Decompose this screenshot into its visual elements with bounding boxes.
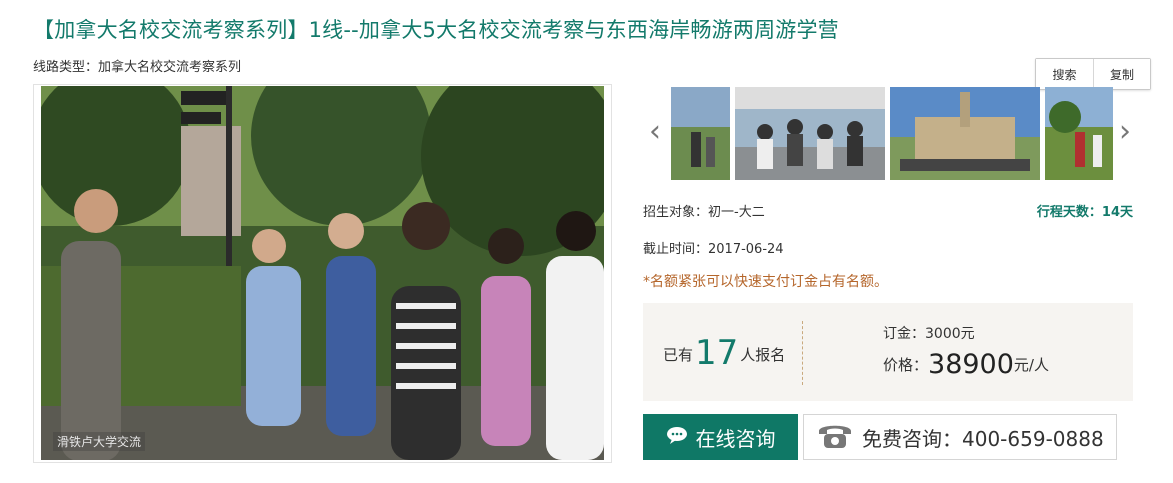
thumbnail-carousel: ‹ › — [640, 87, 1138, 180]
enrolled-info: 已有17 人报名 — [663, 333, 785, 373]
chat-icon — [666, 425, 688, 449]
chevron-left-icon[interactable]: ‹ — [644, 117, 666, 147]
enrolled-prefix: 已有 — [663, 346, 694, 364]
chevron-right-icon[interactable]: › — [1114, 117, 1136, 147]
main-photo-frame: 滑铁卢大学交流 — [33, 84, 612, 463]
deposit: 订金：3000元 — [883, 326, 975, 342]
thumbnail-4[interactable] — [1045, 87, 1113, 180]
divider — [802, 321, 803, 385]
price-label: 价格： — [883, 356, 929, 374]
phone-consult-label: 免费咨询：400-659-0888 — [862, 426, 1104, 451]
page-title: 【加拿大名校交流考察系列】1线--加拿大5大名校交流考察与东西海岸畅游两周游学营 — [33, 18, 839, 42]
deadline: 截止时间：2017-06-24 — [643, 242, 784, 257]
booking-box: 已有17 人报名 订金：3000元 价格：38900元/人 — [643, 303, 1133, 401]
trip-days: 行程天数：14天 — [1036, 205, 1133, 220]
phone-consult-button[interactable]: 免费咨询：400-659-0888 — [803, 414, 1117, 460]
online-consult-button[interactable]: 在线咨询 — [643, 414, 798, 460]
price: 价格：38900元/人 — [883, 349, 1049, 380]
enrolled-count: 17 — [695, 333, 739, 373]
target-audience: 招生对象：初一-大二 — [643, 205, 765, 220]
main-photo: 滑铁卢大学交流 — [41, 86, 604, 460]
thumbnail-2[interactable] — [735, 87, 885, 180]
photo-caption: 滑铁卢大学交流 — [53, 432, 146, 451]
thumbnail-1[interactable] — [671, 87, 730, 180]
phone-icon — [816, 420, 854, 455]
notice-text: *名额紧张可以快速支付订金占有名额。 — [643, 274, 888, 290]
price-unit: 元/人 — [1013, 356, 1049, 374]
enrolled-suffix: 人报名 — [740, 346, 786, 364]
search-button[interactable]: 搜索 — [1036, 59, 1093, 89]
copy-button[interactable]: 复制 — [1093, 59, 1150, 89]
price-value: 38900 — [928, 349, 1014, 380]
online-consult-label: 在线咨询 — [695, 426, 776, 451]
thumbnail-3[interactable] — [890, 87, 1040, 180]
toolbar: 搜索 复制 — [1035, 58, 1151, 90]
route-type: 线路类型：加拿大名校交流考察系列 — [33, 60, 242, 75]
